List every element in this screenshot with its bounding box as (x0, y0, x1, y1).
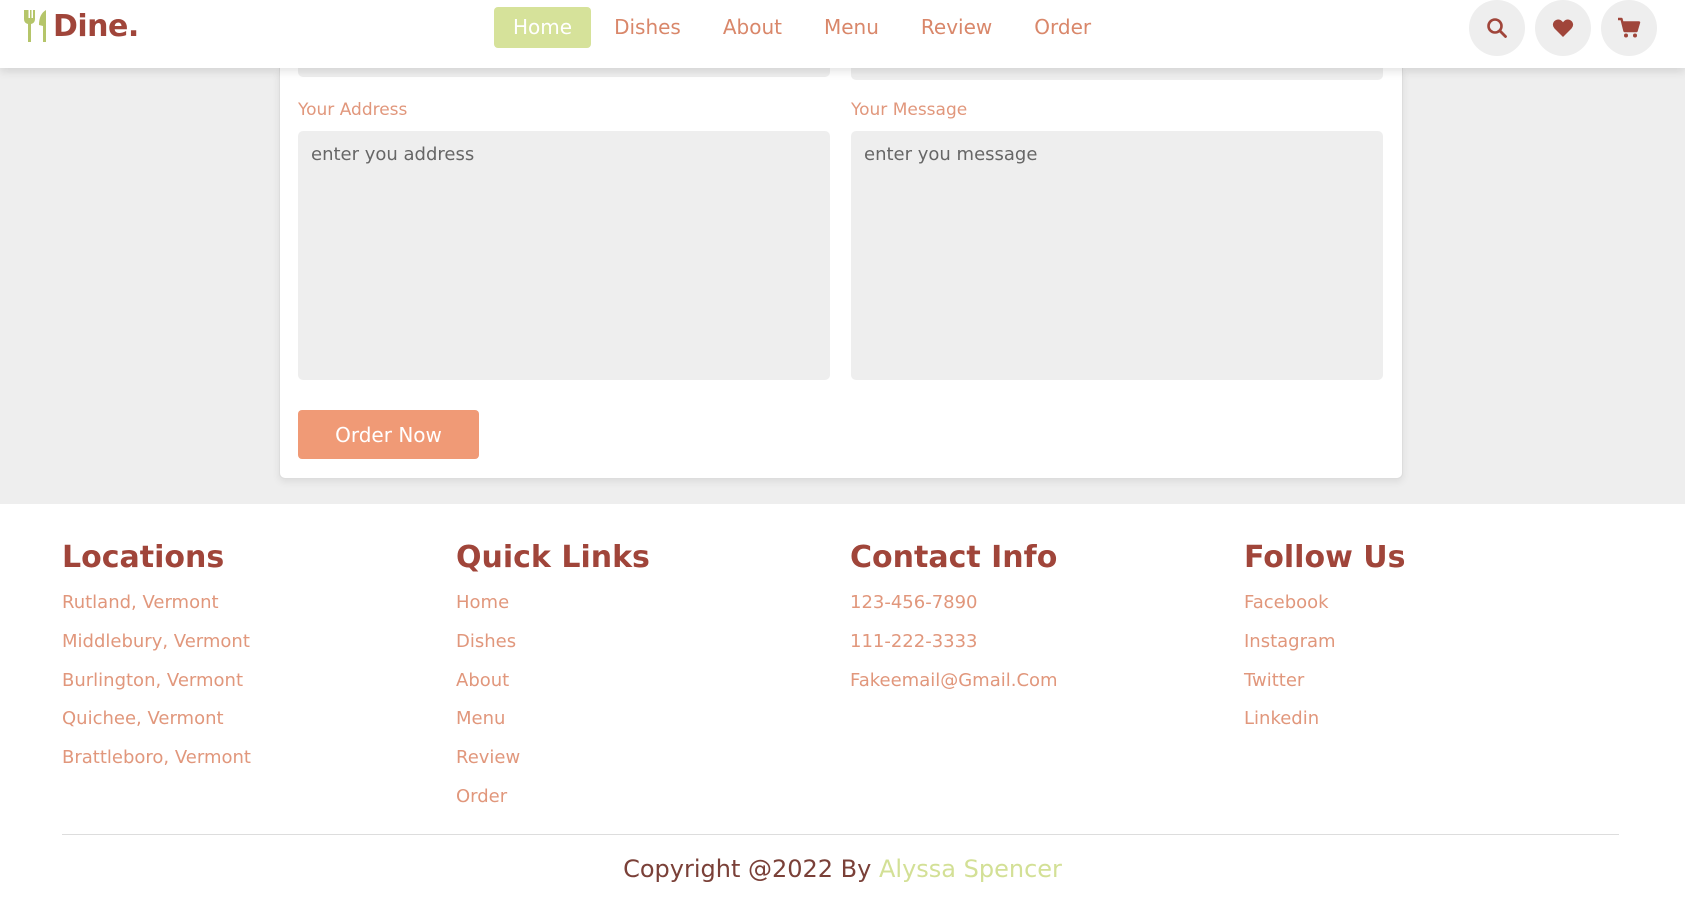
footer-locations: Locations Rutland, Vermont Middlebury, V… (62, 538, 442, 778)
favorites-button[interactable] (1535, 0, 1591, 56)
footer-heading-locations: Locations (62, 540, 225, 575)
copyright-text: Copyright @2022 By Alyssa Spencer (0, 855, 1685, 883)
copyright-prefix: Copyright @2022 By (623, 855, 872, 883)
address-input[interactable] (298, 131, 830, 380)
site-footer: Locations Rutland, Vermont Middlebury, V… (0, 504, 1685, 898)
search-button[interactable] (1469, 0, 1525, 56)
message-label: Your Message (851, 100, 968, 120)
brand-name: Dine. (53, 8, 139, 44)
quick-link[interactable]: Order (456, 778, 836, 817)
social-link-instagram[interactable]: Instagram (1244, 623, 1624, 662)
social-link-twitter[interactable]: Twitter (1244, 662, 1624, 701)
nav-menu[interactable]: Menu (805, 7, 898, 48)
footer-quick-links: Quick Links Home Dishes About Menu Revie… (456, 538, 836, 817)
previous-field-edge (298, 68, 830, 77)
copyright-author[interactable]: Alyssa Spencer (879, 855, 1062, 883)
order-now-button[interactable]: Order Now (298, 410, 479, 459)
quick-link[interactable]: Menu (456, 700, 836, 739)
cart-icon (1617, 17, 1641, 39)
search-icon (1486, 17, 1508, 39)
location-link[interactable]: Rutland, Vermont (62, 584, 442, 623)
nav-about[interactable]: About (704, 7, 801, 48)
footer-heading-quick-links: Quick Links (456, 540, 650, 575)
nav-order[interactable]: Order (1015, 7, 1110, 48)
order-form-card: Your Address Your Message Order Now (279, 68, 1403, 479)
address-label: Your Address (298, 100, 408, 120)
cart-button[interactable] (1601, 0, 1657, 56)
nav-review[interactable]: Review (902, 7, 1011, 48)
main-nav: Home Dishes About Menu Review Order (494, 7, 1114, 48)
social-link-linkedin[interactable]: Linkedin (1244, 700, 1624, 739)
social-link-facebook[interactable]: Facebook (1244, 584, 1624, 623)
footer-heading-follow: Follow Us (1244, 540, 1406, 575)
nav-dishes[interactable]: Dishes (595, 7, 700, 48)
location-link[interactable]: Brattleboro, Vermont (62, 739, 442, 778)
footer-follow-us: Follow Us Facebook Instagram Twitter Lin… (1244, 538, 1624, 739)
order-section: Your Address Your Message Order Now (0, 68, 1685, 504)
footer-divider (62, 834, 1619, 835)
site-header: Dine. Home Dishes About Menu Review Orde… (0, 0, 1685, 68)
quick-link[interactable]: Dishes (456, 623, 836, 662)
quick-link[interactable]: Review (456, 739, 836, 778)
location-link[interactable]: Burlington, Vermont (62, 662, 442, 701)
brand-logo[interactable]: Dine. (22, 8, 139, 44)
quick-link[interactable]: Home (456, 584, 836, 623)
location-link[interactable]: Quichee, Vermont (62, 700, 442, 739)
quick-link[interactable]: About (456, 662, 836, 701)
footer-heading-contact: Contact Info (850, 540, 1058, 575)
location-link[interactable]: Middlebury, Vermont (62, 623, 442, 662)
previous-field-edge (851, 68, 1383, 80)
contact-email[interactable]: Fakeemail@Gmail.Com (850, 662, 1230, 701)
footer-contact-info: Contact Info 123-456-7890 111-222-3333 F… (850, 538, 1230, 700)
message-input[interactable] (851, 131, 1383, 380)
nav-home[interactable]: Home (494, 7, 592, 48)
contact-phone-1[interactable]: 123-456-7890 (850, 584, 1230, 623)
heart-icon (1552, 18, 1574, 38)
contact-phone-2[interactable]: 111-222-3333 (850, 623, 1230, 662)
utensils-icon (22, 8, 52, 44)
